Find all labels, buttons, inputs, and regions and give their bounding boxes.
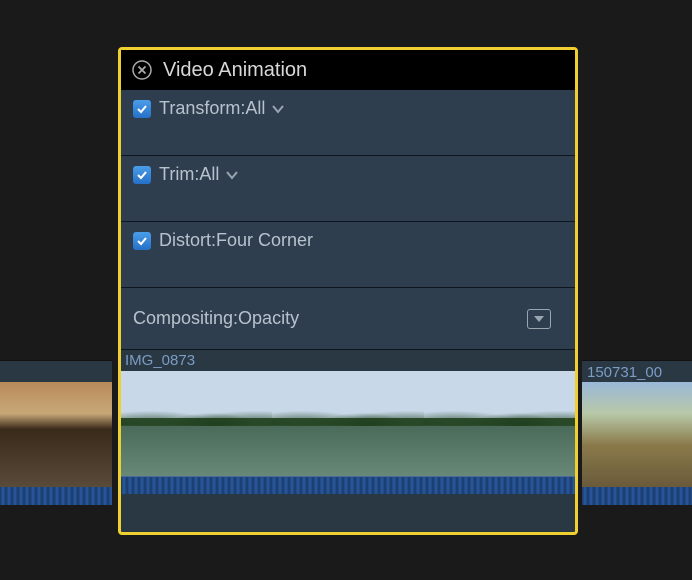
chevron-down-icon bbox=[271, 104, 285, 114]
audio-waveform bbox=[0, 487, 112, 505]
clip-name-label: 150731_00 bbox=[582, 360, 692, 382]
effect-checkbox[interactable] bbox=[133, 100, 151, 118]
effect-label-text: Transform:All bbox=[159, 98, 265, 119]
checkmark-icon bbox=[136, 235, 148, 247]
clip-thumbnail bbox=[272, 371, 423, 476]
clip-thumbnail bbox=[582, 382, 692, 487]
close-icon bbox=[132, 60, 152, 80]
clip-thumbnail-strip bbox=[121, 371, 575, 476]
effect-label: Compositing:Opacity bbox=[133, 308, 299, 329]
timeline-clip-selected[interactable]: IMG_0873 bbox=[121, 350, 575, 496]
effect-checkbox[interactable] bbox=[133, 166, 151, 184]
effect-label-text: Distort:Four Corner bbox=[159, 230, 313, 251]
clip-name-label bbox=[0, 360, 112, 382]
checkmark-icon bbox=[136, 169, 148, 181]
effect-row-distort[interactable]: Distort:Four Corner bbox=[121, 222, 575, 288]
clip-thumbnail bbox=[0, 382, 112, 487]
audio-waveform bbox=[121, 476, 575, 494]
chevron-down-icon bbox=[225, 170, 239, 180]
effect-label-text: Trim:All bbox=[159, 164, 219, 185]
video-animation-panel: Video Animation Transform:All Trim:All bbox=[118, 47, 578, 535]
checkmark-icon bbox=[136, 103, 148, 115]
audio-waveform bbox=[582, 487, 692, 505]
timeline-clip-right[interactable]: 150731_00 bbox=[582, 360, 692, 536]
panel-header: Video Animation bbox=[121, 50, 575, 90]
effect-label-text: Compositing:Opacity bbox=[133, 308, 299, 329]
expand-button[interactable] bbox=[527, 309, 551, 329]
effect-row-compositing[interactable]: Compositing:Opacity bbox=[121, 288, 575, 350]
effect-label: Trim:All bbox=[159, 164, 239, 185]
clip-name-label: IMG_0873 bbox=[121, 350, 575, 371]
close-button[interactable] bbox=[131, 59, 153, 81]
clip-thumbnail bbox=[424, 371, 575, 476]
panel-title: Video Animation bbox=[163, 59, 307, 82]
clip-gap bbox=[582, 505, 692, 535]
effect-row-trim[interactable]: Trim:All bbox=[121, 156, 575, 222]
timeline-clip-left[interactable] bbox=[0, 360, 112, 536]
clip-thumbnail bbox=[121, 371, 272, 476]
effect-row-transform[interactable]: Transform:All bbox=[121, 90, 575, 156]
effect-checkbox[interactable] bbox=[133, 232, 151, 250]
disclosure-button[interactable] bbox=[225, 168, 239, 182]
effect-label: Transform:All bbox=[159, 98, 285, 119]
clip-gap bbox=[0, 505, 112, 535]
chevron-down-icon bbox=[533, 315, 545, 323]
disclosure-button[interactable] bbox=[271, 102, 285, 116]
effect-label: Distort:Four Corner bbox=[159, 230, 313, 251]
